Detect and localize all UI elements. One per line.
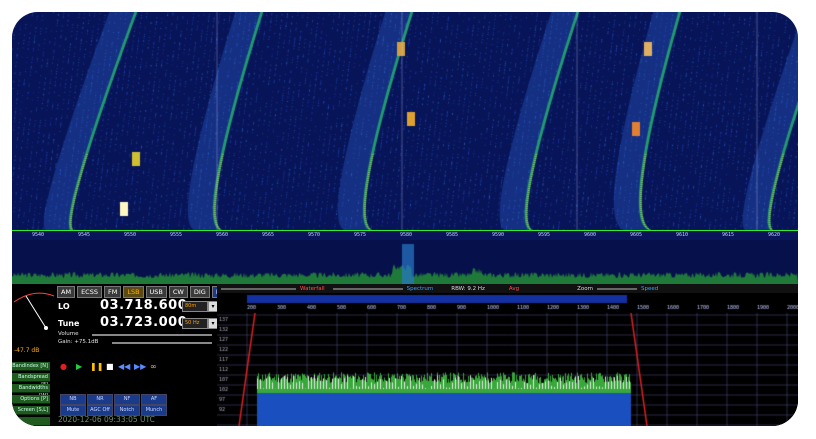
tune-frequency[interactable]: 03.723.000 — [100, 315, 187, 330]
stop-icon[interactable]: ■ — [106, 362, 114, 371]
side-panel-item[interactable] — [12, 417, 50, 426]
mode-button-fm[interactable]: FM — [103, 286, 122, 298]
mode-button-ecss[interactable]: ECSS — [77, 286, 102, 298]
dsp-button-nr[interactable]: NR — [87, 394, 113, 405]
tune-step-select[interactable]: 50 Hz — [182, 318, 208, 329]
frequency-tick-label: 9540 — [32, 232, 45, 238]
frequency-tick-label: 9595 — [538, 232, 551, 238]
side-panel-item[interactable]: Options [P] — [12, 395, 50, 404]
frequency-tick-label: 9615 — [722, 232, 735, 238]
spectrum-label[interactable]: Spectrum — [407, 286, 434, 292]
dsp-button-nf[interactable]: NF — [114, 394, 140, 405]
pause-icon[interactable]: ❚❚ — [90, 362, 103, 371]
speed-label[interactable]: Speed — [641, 286, 658, 292]
rewind-icon[interactable]: ◀◀ — [118, 362, 130, 371]
dsp-button-nb[interactable]: NB — [60, 394, 86, 405]
record-icon[interactable]: ● — [60, 362, 67, 371]
frequency-tick-label: 9565 — [262, 232, 275, 238]
control-panel: -47.7 dB AMECSSFMLSBUSBCWDIGFreqMgr LO 0… — [12, 284, 247, 426]
frequency-tick-label: 9580 — [400, 232, 413, 238]
frequency-tick-label: 9590 — [492, 232, 505, 238]
mode-button-cw[interactable]: CW — [168, 286, 188, 298]
side-panel-item[interactable]: Bandspread [F] — [12, 373, 50, 388]
volume-label: Volume — [58, 331, 79, 337]
waterfall-slider[interactable] — [221, 287, 296, 290]
smeter-value: -47.7 dB — [14, 347, 40, 354]
mode-button-lsb[interactable]: LSB — [123, 286, 144, 298]
frequency-tick-label: 9605 — [630, 232, 643, 238]
mode-button-dig[interactable]: DIG — [189, 286, 210, 298]
frequency-tick-label: 9560 — [216, 232, 229, 238]
mode-button-am[interactable]: AM — [57, 286, 76, 298]
band-overview[interactable] — [12, 240, 798, 284]
rbw-label[interactable]: RBW: 9.2 Hz — [451, 286, 485, 292]
dsp-button-af[interactable]: AF — [141, 394, 167, 405]
waterfall-label[interactable]: Waterfall — [300, 286, 325, 292]
mode-button-usb[interactable]: USB — [145, 286, 167, 298]
frequency-tick-label: 9585 — [446, 232, 459, 238]
gain-label: Gain: +75.1dB — [58, 339, 99, 345]
avg-label[interactable]: Avg — [509, 286, 519, 292]
audio-spectrum[interactable] — [217, 293, 798, 426]
spectrum-slider[interactable] — [332, 287, 403, 290]
bottom-panel: -47.7 dB AMECSSFMLSBUSBCWDIGFreqMgr LO 0… — [12, 284, 798, 426]
frequency-tick-label: 9600 — [584, 232, 597, 238]
side-panel-item[interactable]: Bandwidths [W] — [12, 384, 50, 399]
frequency-tick-label: 9610 — [676, 232, 689, 238]
side-panel-item[interactable]: Screen [S,L] — [12, 406, 50, 415]
frequency-tick-label: 9620 — [768, 232, 781, 238]
frequency-tick-label: 9555 — [170, 232, 183, 238]
spectrum-panel: Waterfall Spectrum RBW: 9.2 Hz Avg Zoom … — [217, 284, 798, 426]
frequency-tick-label: 9550 — [124, 232, 137, 238]
s-meter — [13, 292, 55, 330]
side-panel-item[interactable]: Bandindex [N] — [12, 362, 50, 371]
spectrum-toolbar: Waterfall Spectrum RBW: 9.2 Hz Avg Zoom … — [217, 284, 798, 293]
forward-icon[interactable]: ▶▶ — [134, 362, 146, 371]
frequency-tick-label: 9575 — [354, 232, 367, 238]
frequency-tick-label: 9545 — [78, 232, 91, 238]
frequency-tick-label: 9570 — [308, 232, 321, 238]
status-timestamp: 2020-12-06 09:33:05 UTC — [58, 415, 155, 424]
tune-label: Tune — [58, 319, 80, 328]
zoom-slider[interactable] — [596, 287, 637, 290]
loop-icon[interactable]: ∞ — [150, 362, 157, 371]
zoom-label[interactable]: Zoom — [577, 286, 593, 292]
play-icon[interactable]: ▶ — [76, 362, 82, 371]
sdr-window: 9540 9545 9550 9555 9560 9565 9570 9575 9580 9585… — [12, 12, 798, 426]
waterfall-display[interactable] — [12, 12, 798, 230]
gain-slider[interactable] — [112, 342, 212, 344]
volume-slider[interactable] — [92, 334, 212, 336]
lo-step-select[interactable]: 80m — [182, 301, 208, 312]
lo-label: LO — [58, 302, 70, 311]
lo-frequency[interactable]: 03.718.600 — [100, 298, 187, 313]
